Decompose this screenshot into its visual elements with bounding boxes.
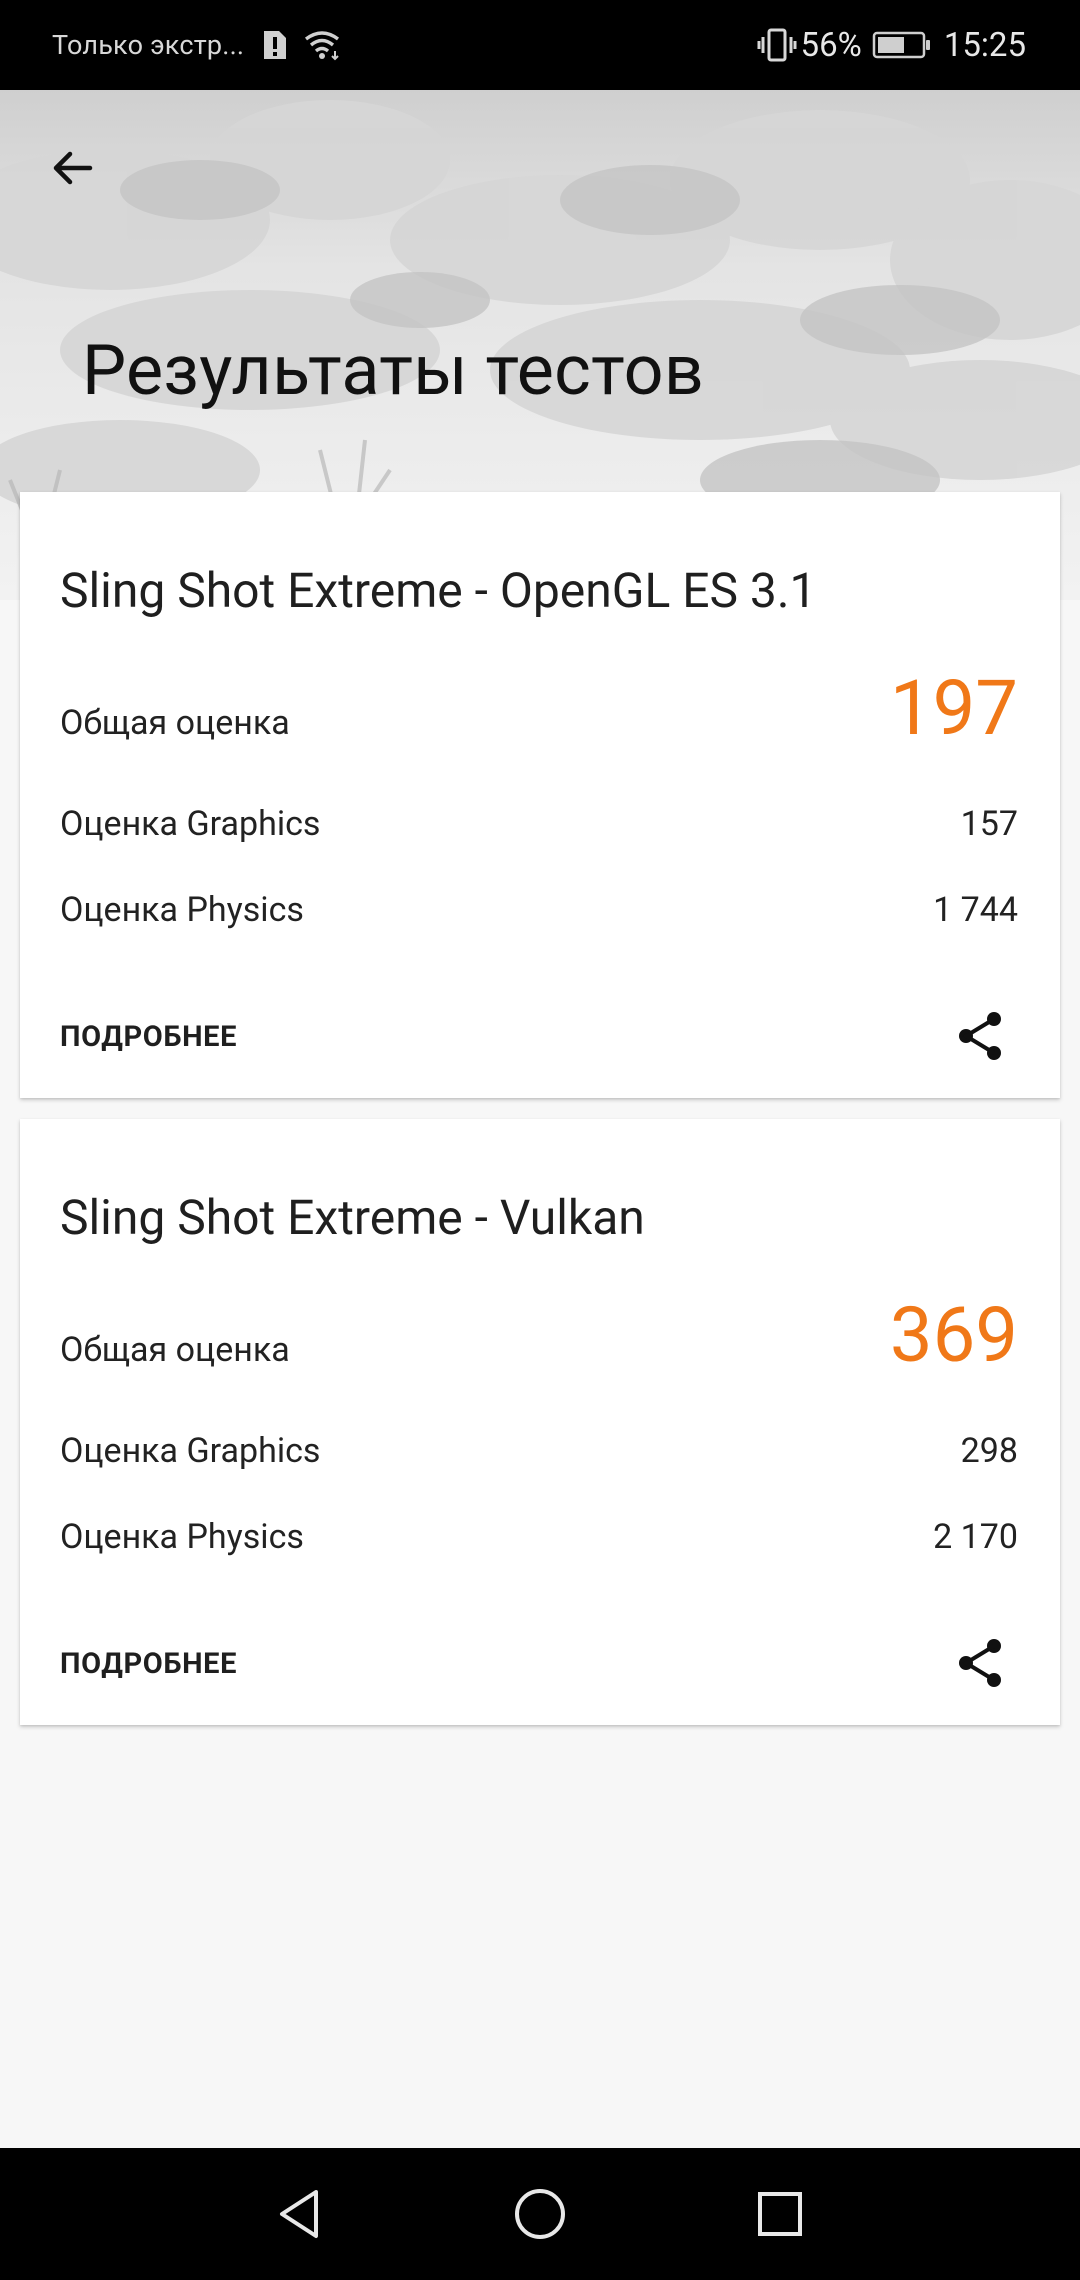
physics-score-value: 1 744 (933, 890, 1018, 930)
battery-icon (872, 30, 932, 60)
square-recents-icon (758, 2192, 802, 2236)
battery-percent: 56% (800, 25, 862, 65)
alert-sim-icon (262, 29, 288, 61)
graphics-score-row: Оценка Graphics 157 (60, 804, 1018, 844)
arrow-left-icon (53, 151, 93, 185)
overall-score-value: 197 (889, 663, 1018, 753)
result-card-opengl: Sling Shot Extreme - OpenGL ES 3.1 Общая… (20, 492, 1060, 1098)
nav-home-button[interactable] (480, 2154, 600, 2274)
status-bar: Только экстр... 56% 15:25 (0, 0, 1080, 90)
card-title: Sling Shot Extreme - Vulkan (60, 1189, 645, 1246)
graphics-score-value: 157 (960, 804, 1018, 844)
physics-score-row: Оценка Physics 1 744 (60, 890, 1018, 930)
physics-score-label: Оценка Physics (60, 890, 304, 930)
details-button[interactable]: ПОДРОБНЕЕ (60, 1020, 237, 1054)
system-nav-bar (0, 2148, 1080, 2280)
overall-score-label: Общая оценка (60, 703, 290, 743)
back-button[interactable] (36, 132, 108, 204)
overall-score-row: Общая оценка 197 (60, 670, 1018, 746)
overall-score-row: Общая оценка 369 (60, 1297, 1018, 1373)
physics-score-value: 2 170 (933, 1517, 1018, 1557)
share-icon (959, 1012, 1001, 1060)
result-card-vulkan: Sling Shot Extreme - Vulkan Общая оценка… (20, 1119, 1060, 1725)
status-time: 15:25 (943, 25, 1026, 65)
share-icon (959, 1639, 1001, 1687)
card-title: Sling Shot Extreme - OpenGL ES 3.1 (60, 562, 817, 619)
graphics-score-value: 298 (960, 1431, 1018, 1471)
triangle-back-icon (280, 2190, 318, 2238)
physics-score-row: Оценка Physics 2 170 (60, 1517, 1018, 1557)
graphics-score-row: Оценка Graphics 298 (60, 1431, 1018, 1471)
nav-back-button[interactable] (240, 2154, 360, 2274)
page-title: Результаты тестов (82, 330, 705, 412)
status-carrier: Только экстр... (52, 29, 245, 61)
share-button[interactable] (942, 998, 1018, 1074)
nav-recents-button[interactable] (720, 2154, 840, 2274)
circle-home-icon (515, 2189, 565, 2239)
overall-score-label: Общая оценка (60, 1330, 290, 1370)
overall-score-value: 369 (889, 1290, 1018, 1380)
status-left: Только экстр... (52, 29, 342, 61)
graphics-score-label: Оценка Graphics (60, 1431, 321, 1471)
physics-score-label: Оценка Physics (60, 1517, 304, 1557)
details-button[interactable]: ПОДРОБНЕЕ (60, 1647, 237, 1681)
graphics-score-label: Оценка Graphics (60, 804, 321, 844)
share-button[interactable] (942, 1625, 1018, 1701)
wifi-icon (302, 29, 342, 61)
vibrate-icon (757, 27, 797, 63)
status-right: 56% 15:25 (757, 26, 1026, 65)
